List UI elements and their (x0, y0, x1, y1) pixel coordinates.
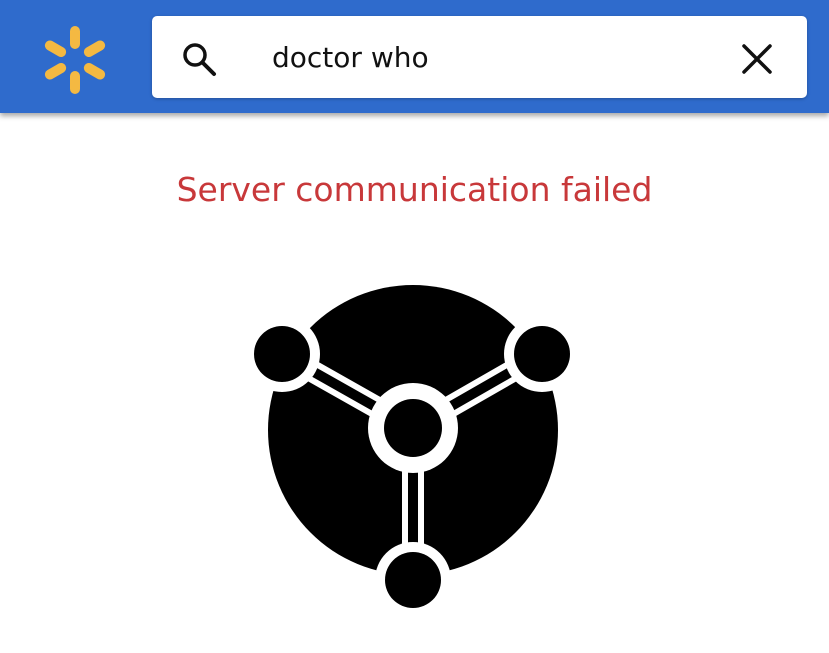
close-icon[interactable] (740, 42, 774, 76)
network-disconnected-icon (250, 285, 580, 615)
error-message: Server communication failed (176, 170, 653, 209)
search-bar[interactable] (152, 16, 807, 98)
top-bar (0, 0, 829, 113)
search-input[interactable] (272, 36, 712, 78)
search-icon[interactable] (181, 41, 217, 77)
spark-logo-icon[interactable] (38, 26, 112, 94)
